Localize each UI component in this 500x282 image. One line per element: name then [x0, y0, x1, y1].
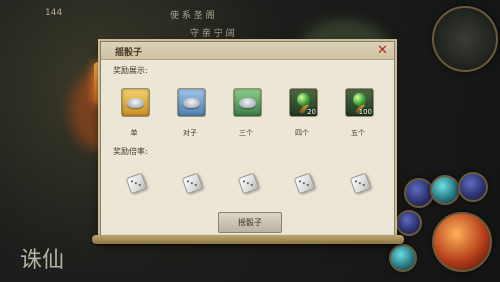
skill-button-3[interactable] [458, 172, 488, 202]
green-orb-icon [297, 93, 310, 106]
dice-icon [125, 172, 148, 195]
silver-ingot-icon [127, 98, 144, 108]
scroll-bottom-rail [92, 235, 404, 244]
reward-caption: 四个 [295, 129, 309, 137]
reward-slot-three[interactable] [233, 88, 262, 117]
skill-button-2[interactable] [430, 175, 460, 205]
skill-button-5[interactable] [389, 244, 417, 272]
reward-quantity: 20 [307, 108, 316, 116]
reward-caption: 对子 [183, 129, 197, 137]
roll-dice-button[interactable]: 摇骰子 [218, 212, 282, 233]
reward-display-label: 奖励展示: [113, 66, 148, 75]
dice-icon [181, 172, 204, 195]
reward-slot-pair[interactable] [177, 88, 206, 117]
skill-button-4[interactable] [396, 210, 422, 236]
dice-dialog: 摇骰子 ✕ 奖励展示: 单 对子 三个 20 四个 100 五个 奖励倍率: 摇… [100, 41, 395, 242]
dice-icon [237, 172, 260, 195]
dialog-header: 摇骰子 ✕ [101, 42, 394, 60]
silver-ingot-icon [239, 98, 256, 108]
top-text: 守 亲 宁 阔 [190, 29, 235, 39]
silver-ingot-icon [183, 98, 200, 108]
top-label: 使 系 圣 阁 [170, 11, 215, 21]
dice-icon [293, 172, 316, 195]
logo-text: 诛仙 [20, 248, 65, 273]
reward-caption: 三个 [239, 129, 253, 137]
green-orb-icon [353, 93, 366, 106]
reward-slot-four[interactable]: 20 [289, 88, 318, 117]
reward-rate-label: 奖励倍率: [113, 147, 148, 156]
reward-quantity: 100 [358, 108, 372, 116]
level-text: 144 [45, 8, 63, 18]
minimap[interactable] [432, 6, 498, 72]
close-icon[interactable]: ✕ [376, 44, 389, 57]
reward-caption: 五个 [351, 129, 365, 137]
dice-icon [349, 172, 372, 195]
dialog-title: 摇骰子 [115, 48, 143, 58]
attack-button[interactable] [432, 212, 492, 272]
reward-slot-single[interactable] [121, 88, 150, 117]
reward-slot-five[interactable]: 100 [345, 88, 374, 117]
reward-caption: 单 [130, 129, 138, 137]
